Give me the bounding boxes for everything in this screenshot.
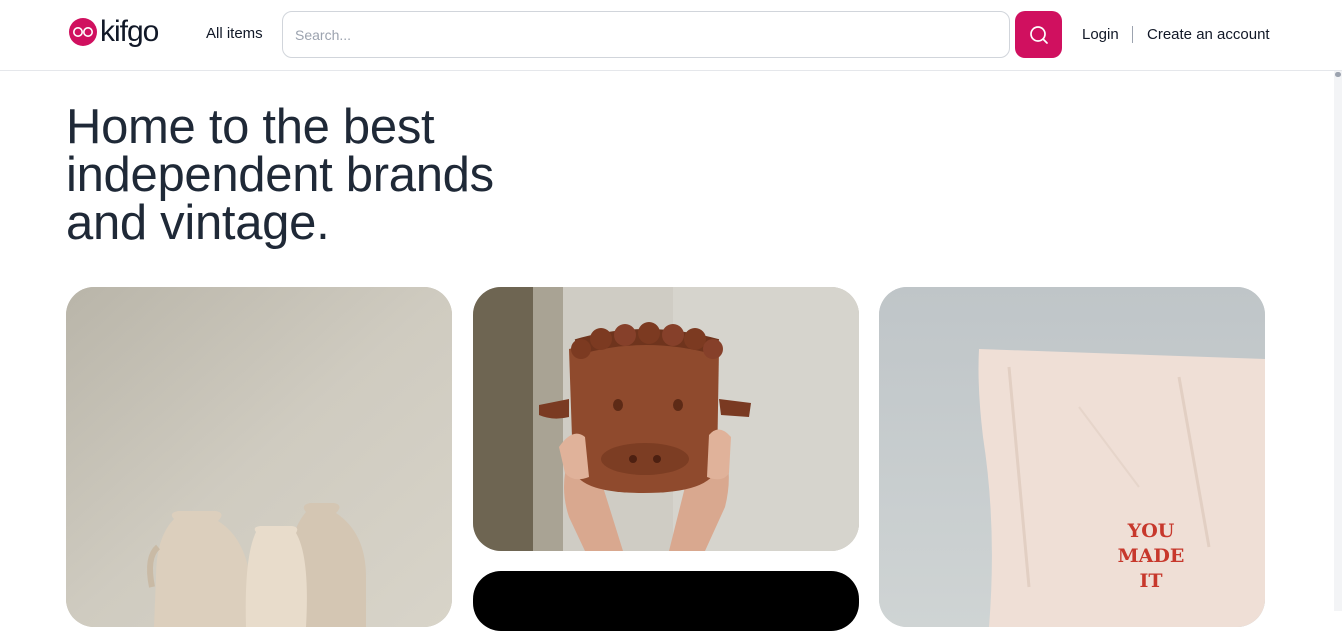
hero-heading: Home to the best independent brands and … <box>66 100 586 250</box>
login-link[interactable]: Login <box>1082 26 1119 43</box>
logo-badge <box>69 18 97 46</box>
banner-line-1: YOU <box>1127 520 1175 542</box>
search-input[interactable] <box>283 12 1009 57</box>
product-card-banner[interactable]: YOU MADE IT <box>879 287 1265 627</box>
hero-line-2: independent brands <box>66 148 494 202</box>
all-items-link[interactable]: All items <box>206 25 263 42</box>
nav-divider <box>1132 26 1133 43</box>
search-button[interactable] <box>1015 11 1062 58</box>
search-box <box>282 11 1010 58</box>
vases-image <box>66 287 452 627</box>
product-card-ceramic-cow[interactable] <box>473 287 859 551</box>
ceramic-cow-image <box>473 287 859 551</box>
banner-image: YOU MADE IT <box>879 287 1265 627</box>
banner-line-3: IT <box>1139 570 1162 592</box>
product-card-vases[interactable] <box>66 287 452 627</box>
kifgo-logo[interactable]: kifgo <box>69 14 159 50</box>
brand-name: kifgo <box>100 15 159 48</box>
create-account-link[interactable]: Create an account <box>1147 26 1270 43</box>
page-scrollbar[interactable] <box>1334 71 1342 611</box>
hero-line-1: Home to the best <box>66 100 435 154</box>
product-card-dark[interactable] <box>473 571 859 631</box>
scrollbar-thumb[interactable] <box>1335 72 1341 77</box>
banner-line-2: MADE <box>1118 545 1185 567</box>
search-icon <box>1029 25 1048 44</box>
logo-go-glyph <box>73 27 93 37</box>
hero-line-3: and vintage. <box>66 196 330 250</box>
top-header: kifgo All items Login Create an account <box>0 0 1342 71</box>
